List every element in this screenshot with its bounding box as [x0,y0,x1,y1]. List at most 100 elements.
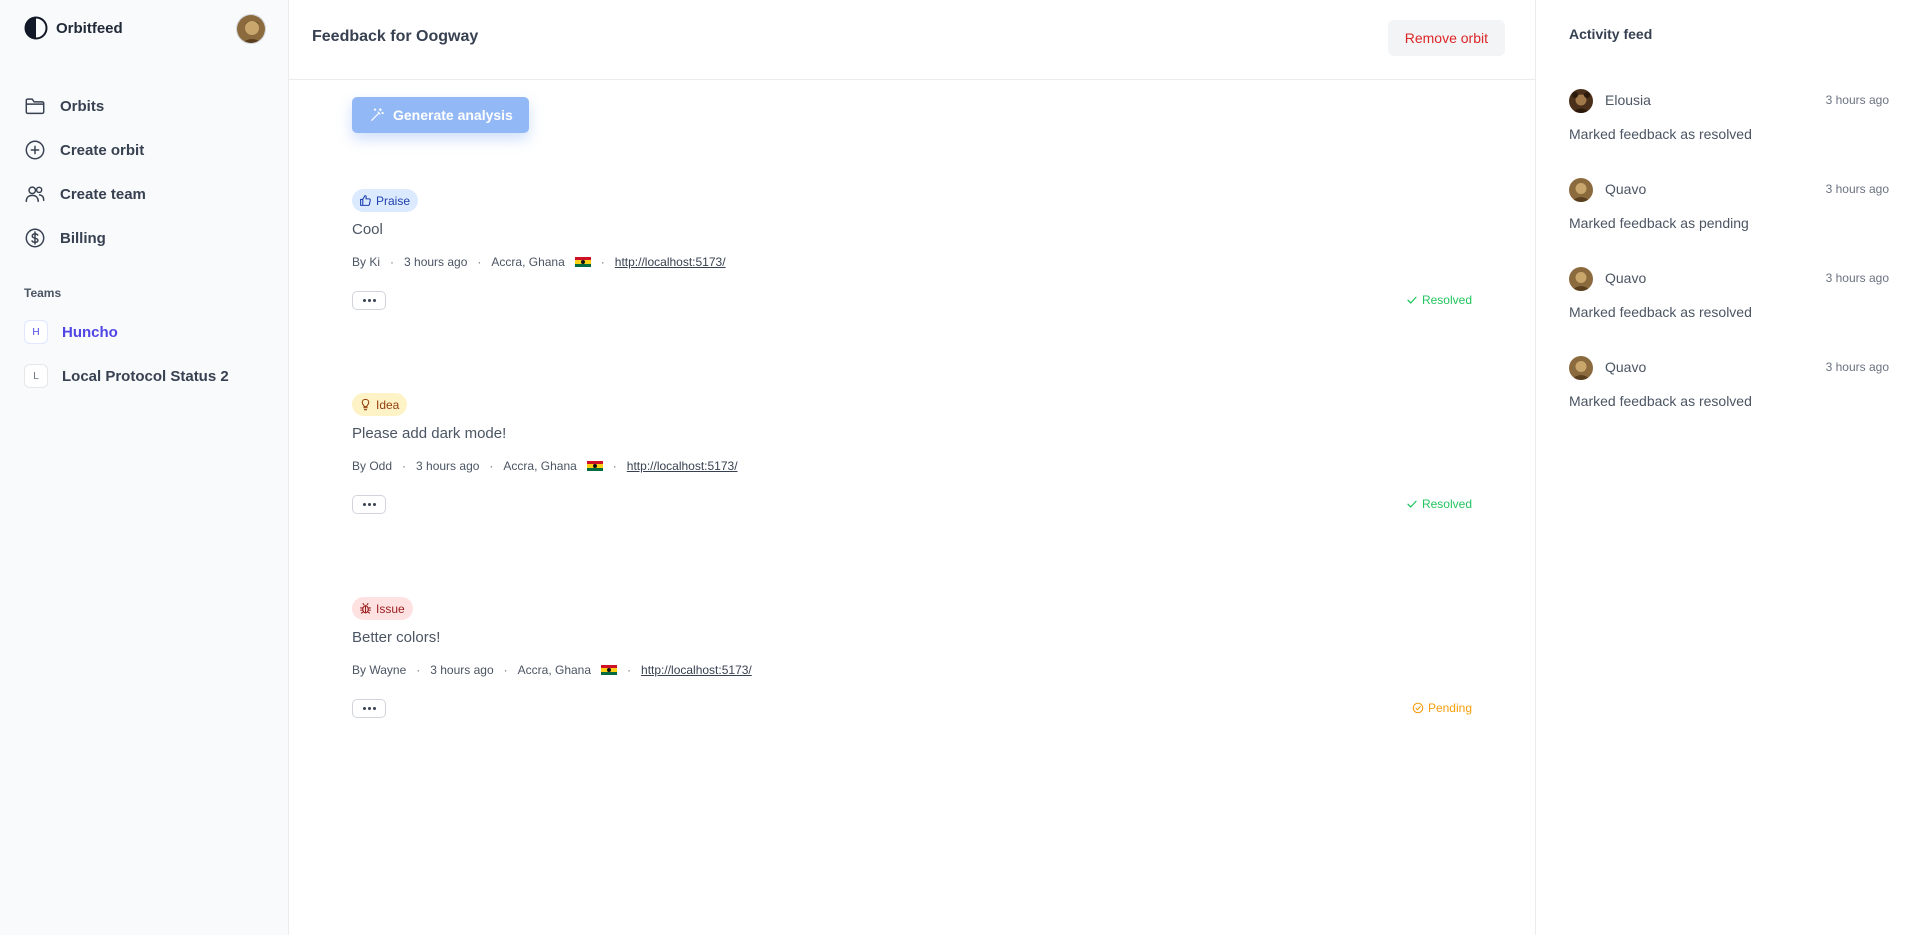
pending-clock-icon [1412,702,1424,714]
feedback-text: Cool [352,221,383,238]
avatar [1569,89,1593,113]
activity-user: Quavo [1605,181,1647,197]
activity-time: 3 hours ago [1825,93,1889,107]
separator-dot: · [489,459,494,473]
separator-dot: · [627,663,632,677]
folder-icon [25,98,45,115]
more-options-button[interactable] [352,699,386,718]
activity-item: Quavo 3 hours ago Marked feedback as res… [1569,356,1889,436]
feedback-item: Praise Cool By Ki · 3 hours ago · Accra,… [352,189,1472,310]
feedback-tag-praise[interactable]: Praise [352,189,419,212]
remove-orbit-button[interactable]: Remove orbit [1387,20,1505,56]
feedback-location: Accra, Ghana [491,255,565,269]
sidebar-item-billing[interactable]: Billing [24,216,146,260]
feedback-url-link[interactable]: http://localhost:5173/ [615,255,726,269]
avatar-image-icon [1569,356,1593,380]
user-avatar[interactable] [236,14,266,44]
activity-user: Quavo [1605,270,1647,286]
ghana-flag-icon [586,460,603,472]
feedback-meta: By Odd · 3 hours ago · Accra, Ghana · ht… [352,459,738,473]
status-badge: Resolved [1406,497,1472,511]
feedback-text: Better colors! [352,629,441,646]
lightbulb-icon [361,398,370,411]
activity-text: Marked feedback as resolved [1569,304,1752,320]
feedback-location: Accra, Ghana [517,663,592,677]
activity-text: Marked feedback as resolved [1569,393,1752,409]
activity-item: Quavo 3 hours ago Marked feedback as res… [1569,267,1889,347]
avatar [1569,178,1593,202]
brand-name: Orbitfeed [56,19,123,37]
team-item-local-protocol-status-2[interactable]: L Local Protocol Status 2 [24,354,229,398]
feedback-time: 3 hours ago [416,459,480,473]
tag-label: Praise [376,193,411,208]
activity-feed-title: Activity feed [1569,26,1653,42]
activity-item: Elousia 3 hours ago Marked feedback as r… [1569,89,1889,169]
feedback-author: By Odd [352,459,393,473]
ghana-flag-icon [601,664,618,676]
avatar [1569,267,1593,291]
team-label: Huncho [62,323,118,341]
feedback-tag-idea[interactable]: Idea [352,393,408,416]
separator-dot: · [503,663,508,677]
feedback-text: Please add dark mode! [352,425,507,442]
thumbs-up-icon [360,195,371,206]
status-badge: Pending [1412,701,1472,715]
separator-dot: · [600,255,605,269]
sidebar-nav: Orbits Create orbit Create team Billing [24,84,146,260]
feedback-item: Issue Better colors! By Wayne · 3 hours … [352,597,1472,718]
tag-label: Idea [376,397,400,412]
check-icon [1407,296,1417,304]
more-options-button[interactable] [352,291,386,310]
avatar-image-icon [1569,267,1593,291]
separator-dot: · [390,255,395,269]
feedback-url-link[interactable]: http://localhost:5173/ [627,459,738,473]
activity-text: Marked feedback as pending [1569,215,1749,231]
sidebar-item-create-team[interactable]: Create team [24,172,146,216]
feedback-meta: By Wayne · 3 hours ago · Accra, Ghana · … [352,663,752,677]
avatar-image-icon [1569,89,1593,113]
users-icon [25,186,45,203]
activity-text: Marked feedback as resolved [1569,126,1752,142]
feedback-author: By Wayne [352,663,407,677]
activity-feed: Activity feed Elousia 3 hours ago Marked… [1535,0,1913,935]
avatar-image-icon [237,15,265,43]
sidebar-item-label: Create orbit [60,141,145,159]
feedback-tag-issue[interactable]: Issue [352,597,413,620]
activity-time: 3 hours ago [1825,182,1889,196]
feedback-meta: By Ki · 3 hours ago · Accra, Ghana · htt… [352,255,726,269]
feedback-url-link[interactable]: http://localhost:5173/ [641,663,752,677]
activity-user: Elousia [1605,92,1651,108]
generate-analysis-button[interactable]: Generate analysis [352,97,529,133]
separator-dot: · [477,255,482,269]
bug-icon [360,603,371,614]
activity-item: Quavo 3 hours ago Marked feedback as pen… [1569,178,1889,258]
teams-list: H Huncho L Local Protocol Status 2 [24,310,229,398]
team-item-huncho[interactable]: H Huncho [24,310,229,354]
status-label: Pending [1427,701,1472,715]
brand[interactable]: Orbitfeed [24,16,123,40]
plus-circle-icon [25,140,45,160]
generate-analysis-label: Generate analysis [393,107,513,123]
feedback-time: 3 hours ago [430,663,494,677]
dollar-circle-icon [25,228,45,248]
separator-dot: · [402,459,407,473]
separator-dot: · [416,663,421,677]
sidebar-item-label: Billing [60,229,106,247]
sidebar-item-create-orbit[interactable]: Create orbit [24,128,146,172]
ghana-flag-icon [574,256,591,268]
check-icon [1407,500,1417,508]
feedback-item: Idea Please add dark mode! By Odd · 3 ho… [352,393,1472,514]
team-initial: H [24,320,48,344]
activity-time: 3 hours ago [1825,271,1889,285]
feedback-location: Accra, Ghana [503,459,577,473]
page-title: Feedback for Oogway [312,28,479,45]
status-badge: Resolved [1406,293,1472,307]
avatar [1569,356,1593,380]
team-label: Local Protocol Status 2 [62,367,229,385]
activity-time: 3 hours ago [1825,360,1889,374]
sidebar-item-orbits[interactable]: Orbits [24,84,146,128]
status-label: Resolved [1421,293,1472,307]
tag-label: Issue [376,601,405,616]
main-content: Feedback for Oogway Remove orbit Generat… [289,0,1535,935]
more-options-button[interactable] [352,495,386,514]
